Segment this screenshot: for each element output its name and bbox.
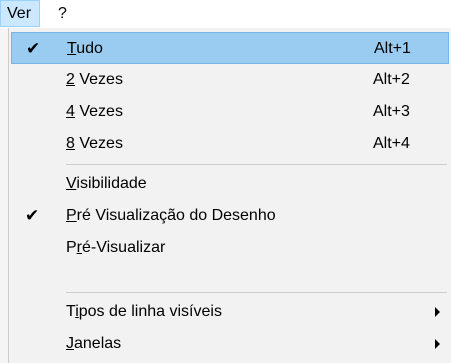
menu-item-label: Janelas [66, 335, 122, 352]
ver-dropdown-menu: ✔ Tudo Alt+1 2 Vezes Alt+2 4 Vezes Alt+3… [8, 28, 451, 363]
menu-item-8-vezes[interactable]: 8 Vezes Alt+4 [11, 128, 449, 160]
shortcut-label: Alt+2 [373, 71, 410, 88]
shortcut-label: Alt+1 [374, 40, 411, 57]
menu-item-2-vezes[interactable]: 2 Vezes Alt+2 [11, 64, 449, 96]
menu-item-label: Pré-Visualizar [66, 239, 166, 256]
shortcut-label: Alt+4 [373, 135, 410, 152]
shortcut-label: Alt+3 [373, 103, 410, 120]
menu-item-label: Visibilidade [66, 175, 147, 192]
menu-item-tudo[interactable]: ✔ Tudo Alt+1 [11, 32, 449, 64]
menu-help[interactable]: ? [58, 0, 78, 27]
menu-item-label: Tipos de linha visíveis [66, 303, 222, 320]
checkmark-icon: ✔ [25, 206, 40, 226]
checkmark-icon: ✔ [26, 39, 41, 59]
menu-item-label: 2 Vezes [66, 71, 123, 88]
menu-ver[interactable]: Ver [0, 0, 40, 27]
menu-item-label: Pré Visualização do Desenho [66, 207, 276, 224]
menu-item-label: 4 Vezes [66, 103, 123, 120]
submenu-arrow-icon [435, 339, 440, 349]
submenu-arrow-icon [435, 307, 440, 317]
window-edge [0, 28, 8, 363]
menu-separator [66, 164, 447, 165]
menu-item-label: 8 Vezes [66, 135, 123, 152]
menu-item-visibilidade[interactable]: Visibilidade [11, 168, 449, 200]
menu-bar: Ver ? [0, 0, 451, 28]
menu-item-4-vezes[interactable]: 4 Vezes Alt+3 [11, 96, 449, 128]
menu-item-pre-visualizar[interactable]: Pré-Visualizar [11, 232, 449, 264]
menu-item-pre-visualizacao-desenho[interactable]: ✔ Pré Visualização do Desenho [11, 200, 449, 232]
menu-separator [66, 292, 447, 293]
menu-item-janelas[interactable]: Janelas [11, 328, 449, 360]
menu-item-label: Tudo [67, 40, 103, 57]
menu-item-tipos-de-linha[interactable]: Tipos de linha visíveis [11, 296, 449, 328]
